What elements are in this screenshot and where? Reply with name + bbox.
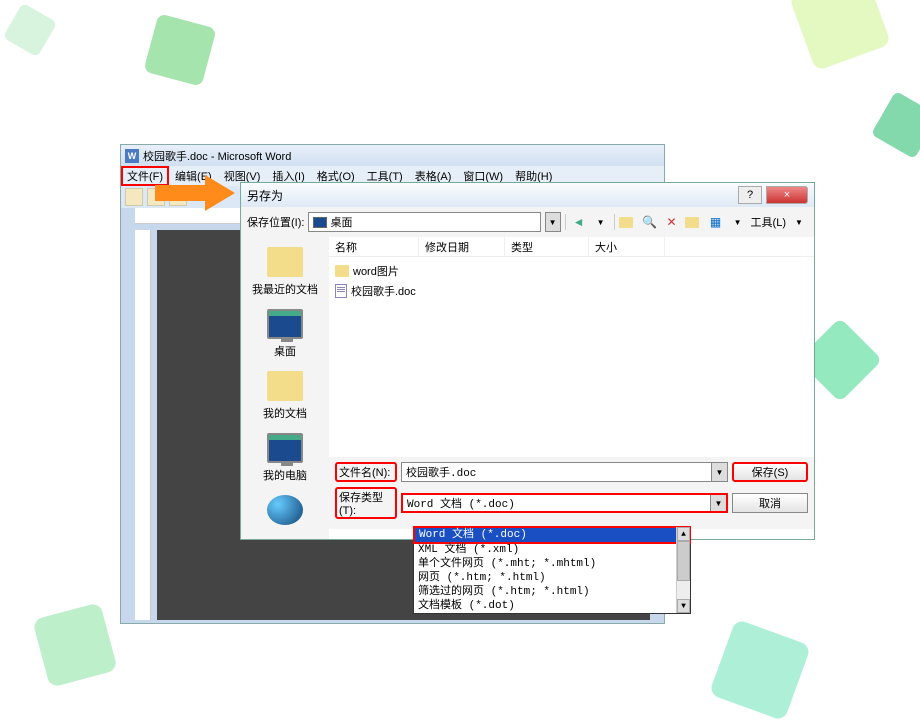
list-item[interactable]: word图片 [335,261,808,281]
search-icon[interactable]: 🔍 [641,213,659,231]
help-button[interactable]: ? [738,186,762,204]
decoration [3,3,58,58]
filetype-label: 保存类型(T): [335,487,397,519]
column-headers: 名称 修改日期 类型 大小 [329,237,814,257]
sidebar-network[interactable] [241,489,329,535]
sidebar-desktop-label: 桌面 [241,343,329,359]
dropdown-option[interactable]: XML 文档 (*.xml) [414,543,690,557]
mycomputer-icon [267,433,303,463]
places-sidebar: 我最近的文档 桌面 我的文档 我的电脑 [241,237,329,539]
back-dropdown-icon[interactable]: ▼ [592,213,610,231]
dropdown-option[interactable]: 文档模板 (*.dot) [414,599,690,613]
file-area: 名称 修改日期 类型 大小 word图片 校园歌手.doc 文件名(N): [329,237,814,539]
filename-value: 校园歌手.doc [402,464,711,480]
vertical-ruler [135,230,151,620]
word-app-icon: W [125,149,139,163]
location-value: 桌面 [330,214,352,230]
file-list[interactable]: word图片 校园歌手.doc [329,257,814,457]
save-as-dialog: 另存为 ? × 保存位置(I): 桌面 ▼ ◄ ▼ 🔍 ✕ ▦ ▼ 工具(L) … [240,182,815,540]
dropdown-option[interactable]: Word 文档 (*.doc) [413,526,691,544]
scroll-up-icon[interactable]: ▲ [677,527,690,541]
filename-label: 文件名(N): [335,462,397,482]
tools-dropdown-icon[interactable]: ▼ [790,213,808,231]
file-name: word图片 [353,263,399,279]
decoration [32,602,118,688]
dialog-bottom: 文件名(N): 校园歌手.doc ▼ 保存(S) 保存类型(T): Word 文… [329,457,814,529]
desktop-monitor-icon [267,309,303,339]
scroll-thumb[interactable] [677,541,690,581]
location-bar: 保存位置(I): 桌面 ▼ ◄ ▼ 🔍 ✕ ▦ ▼ 工具(L) ▼ [241,207,814,237]
list-item[interactable]: 校园歌手.doc [335,281,808,301]
dropdown-option[interactable]: 筛选过的网页 (*.htm; *.html) [414,585,690,599]
filetype-combo[interactable]: Word 文档 (*.doc) ▼ [401,493,728,513]
col-type[interactable]: 类型 [505,237,589,256]
sidebar-mycomputer[interactable]: 我的电脑 [241,427,329,489]
back-icon[interactable]: ◄ [570,213,588,231]
col-size[interactable]: 大小 [589,237,665,256]
sidebar-desktop[interactable]: 桌面 [241,303,329,365]
dialog-title: 另存为 [247,187,738,204]
save-button[interactable]: 保存(S) [732,462,808,482]
folder-icon [335,265,349,277]
dropdown-option[interactable]: 单个文件网页 (*.mht; *.mhtml) [414,557,690,571]
filetype-dropdown-list: Word 文档 (*.doc) XML 文档 (*.xml) 单个文件网页 (*… [413,526,691,614]
doc-icon [335,284,347,298]
up-icon[interactable] [619,213,637,231]
tools-menu[interactable]: 工具(L) [751,214,786,230]
views-icon[interactable]: ▦ [707,213,725,231]
word-title: 校园歌手.doc - Microsoft Word [143,148,291,164]
sidebar-mycomputer-label: 我的电脑 [241,467,329,483]
mydocs-folder-icon [267,371,303,401]
toolbar-new-icon[interactable] [125,188,143,206]
scroll-down-icon[interactable]: ▼ [677,599,690,613]
dialog-titlebar: 另存为 ? × [241,183,814,207]
file-name: 校园歌手.doc [351,283,416,299]
decoration [709,619,812,721]
location-combo[interactable]: 桌面 [308,212,540,232]
sidebar-recent-label: 我最近的文档 [241,281,329,297]
desktop-icon [313,217,327,228]
recent-folder-icon [267,247,303,277]
filetype-value: Word 文档 (*.doc) [403,495,710,511]
pointer-arrow [155,175,240,211]
filename-input[interactable]: 校园歌手.doc ▼ [401,462,728,482]
new-folder-icon[interactable] [685,213,703,231]
filename-dropdown-icon[interactable]: ▼ [711,463,727,481]
views-dropdown-icon[interactable]: ▼ [729,213,747,231]
sidebar-recent[interactable]: 我最近的文档 [241,241,329,303]
word-titlebar: W 校园歌手.doc - Microsoft Word [121,145,664,166]
decoration [143,13,216,86]
close-button[interactable]: × [766,186,808,204]
col-name[interactable]: 名称 [329,237,419,256]
decoration [871,91,920,159]
dropdown-scrollbar[interactable]: ▲ ▼ [676,527,690,613]
filetype-dropdown-icon[interactable]: ▼ [710,495,726,511]
dropdown-option[interactable]: 网页 (*.htm; *.html) [414,571,690,585]
location-dropdown-icon[interactable]: ▼ [545,212,561,232]
delete-icon[interactable]: ✕ [663,213,681,231]
cancel-button[interactable]: 取消 [732,493,808,513]
network-globe-icon [267,495,303,525]
sidebar-mydocs-label: 我的文档 [241,405,329,421]
col-modified[interactable]: 修改日期 [419,237,505,256]
location-label: 保存位置(I): [247,214,304,230]
decoration [789,0,892,71]
sidebar-mydocs[interactable]: 我的文档 [241,365,329,427]
